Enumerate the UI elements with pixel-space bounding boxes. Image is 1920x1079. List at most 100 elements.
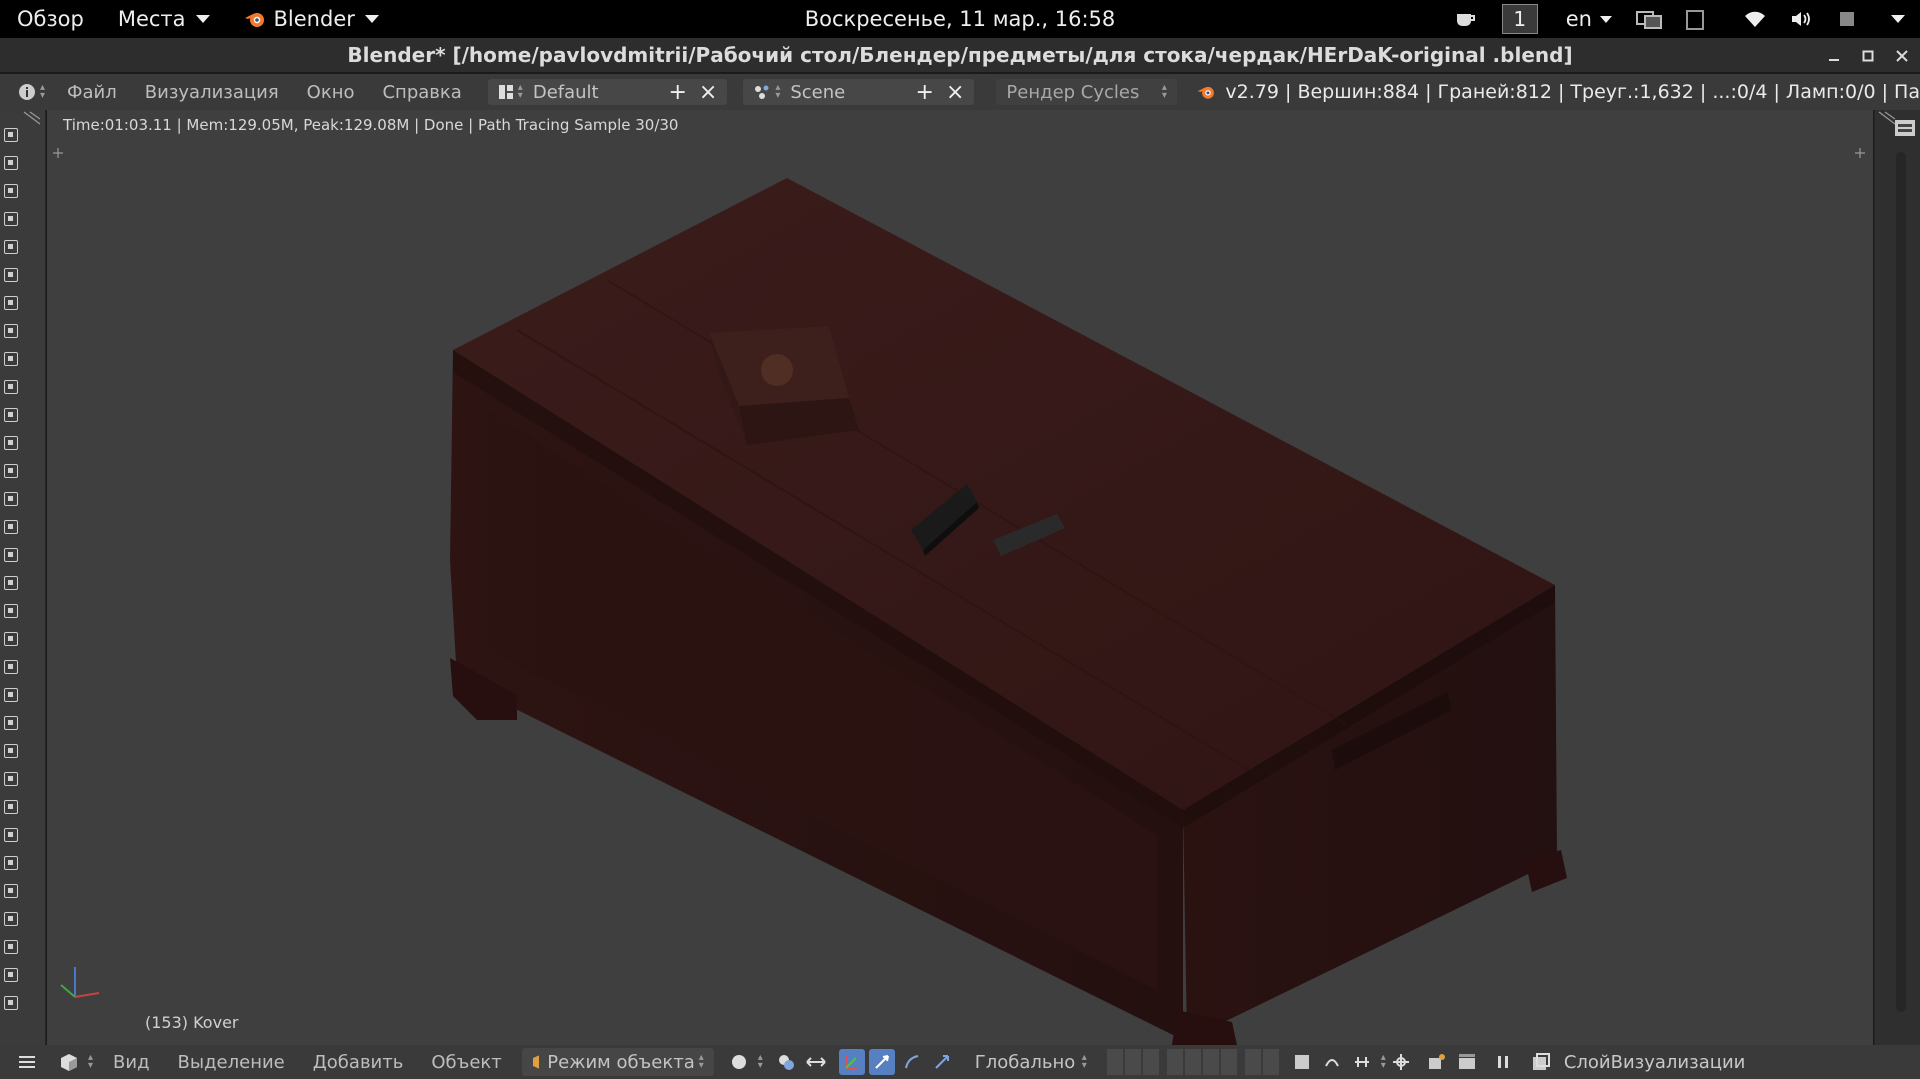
camera-layer-icon[interactable] [4,660,18,674]
camera-layer-icon[interactable] [4,436,18,450]
opengl-animation-icon[interactable] [1454,1049,1480,1075]
camera-layer-icon[interactable] [4,996,18,1010]
pivot-point-icon[interactable] [773,1049,799,1075]
region-corner-icon[interactable] [22,110,44,126]
snap-icon[interactable] [1349,1049,1375,1075]
camera-layer-icon[interactable] [4,828,18,842]
viewport-cube-icon[interactable] [56,1049,82,1075]
camera-layer-icon[interactable] [4,884,18,898]
left-toolshelf-strip[interactable] [0,110,46,1045]
camera-layer-icon[interactable] [4,408,18,422]
camera-layer-icon[interactable] [4,184,18,198]
menu-select[interactable]: Выделение [164,1052,299,1073]
close-icon[interactable] [1892,46,1912,66]
camera-layer-icon[interactable] [4,968,18,982]
power-icon[interactable] [1832,0,1862,38]
camera-layer-icon[interactable] [4,632,18,646]
close-icon[interactable]: × [946,80,964,105]
render-layer-label[interactable]: СлойВизуализации [1564,1052,1746,1073]
network-manager-icon[interactable] [1634,0,1664,38]
camera-layer-icon[interactable] [4,940,18,954]
menu-file[interactable]: Файл [53,82,131,103]
wifi-icon[interactable] [1740,0,1770,38]
camera-layer-icon[interactable] [4,492,18,506]
maximize-icon[interactable] [1858,46,1878,66]
camera-layer-icon[interactable] [4,464,18,478]
camera-layer-icon[interactable] [4,716,18,730]
clipboard-icon[interactable] [1680,0,1710,38]
camera-layer-icon[interactable] [4,772,18,786]
orientation-selector[interactable]: Глобально ▴ ▾ [964,1048,1097,1076]
render-layer-icon[interactable] [1528,1049,1554,1075]
keyboard-layout-menu[interactable]: en [1566,7,1612,31]
add-icon[interactable]: + [916,80,934,105]
menu-view[interactable]: Вид [99,1052,164,1073]
properties-toggle-icon[interactable] [1893,116,1917,140]
volume-icon[interactable] [1786,0,1816,38]
cup-icon[interactable] [1450,0,1480,38]
3d-viewport[interactable]: Time:01:03.11 | Mem:129.05M, Peak:129.08… [47,110,1873,1045]
editor-type-button[interactable] [14,1049,40,1075]
close-icon[interactable]: × [699,80,717,105]
gnome-top-bar: Обзор Места Blender Воскресенье, 11 мар.… [0,0,1920,38]
screen-layout-value: Default [532,81,599,103]
scale-manipulator-icon[interactable] [899,1049,925,1075]
blender-logo-icon [1197,86,1214,99]
translate-manipulator-icon[interactable] [838,1049,865,1075]
camera-layer-icon[interactable] [4,800,18,814]
camera-layer-icon[interactable] [4,268,18,282]
screen-layout-selector[interactable]: ▴ ▾ Default + × [487,79,728,105]
camera-layer-icon[interactable] [4,856,18,870]
camera-layer-icon[interactable] [4,212,18,226]
manipulator-toggle-icon[interactable] [803,1049,829,1075]
shading-mode-icon[interactable] [726,1049,752,1075]
info-icon [19,84,35,100]
camera-layer-icon[interactable] [4,604,18,618]
window-titlebar[interactable]: Blender* [/home/pavlovdmitrii/Рабочий ст… [0,38,1920,73]
app-menu[interactable]: Blender [227,0,396,38]
proportional-edit-icon[interactable] [1319,1049,1345,1075]
scene-icon [755,85,769,99]
camera-layer-icon[interactable] [4,296,18,310]
menu-help[interactable]: Справка [368,82,475,103]
camera-layer-icon[interactable] [4,156,18,170]
camera-layer-icon[interactable] [4,744,18,758]
add-icon[interactable]: + [668,80,686,105]
updown-icon: ▴ ▾ [1081,1052,1087,1071]
menu-render[interactable]: Визуализация [131,82,293,103]
system-menu[interactable] [1878,0,1908,38]
camera-layer-icon[interactable] [4,380,18,394]
datetime-label[interactable]: Воскресенье, 11 мар., 16:58 [805,7,1116,31]
render-engine-selector[interactable]: Рендер Cycles ▴ ▾ [996,79,1177,105]
camera-layer-icon[interactable] [4,548,18,562]
menu-window[interactable]: Окно [293,82,369,103]
snap-target-icon[interactable] [1388,1049,1414,1075]
menu-object[interactable]: Объект [417,1052,515,1073]
camera-layer-icon[interactable] [4,128,18,142]
menu-add[interactable]: Добавить [299,1052,418,1073]
camera-layer-icon[interactable] [4,688,18,702]
camera-layer-icon[interactable] [4,576,18,590]
blender-logo-icon [244,13,264,27]
mode-selector[interactable]: Режим объекта ▴ ▾ [521,1048,714,1076]
editor-type-button[interactable]: ▴ ▾ [18,83,45,101]
places-menu[interactable]: Места [101,0,227,38]
lock-camera-icon[interactable] [1289,1049,1315,1075]
camera-layer-icon[interactable] [4,324,18,338]
lang-label: en [1565,7,1592,31]
camera-layer-icon[interactable] [4,912,18,926]
scene-selector[interactable]: ▴ ▾ Scene + × [743,79,975,105]
minimize-icon[interactable] [1824,46,1844,66]
workspace-indicator[interactable]: 1 [1501,4,1538,34]
pause-render-icon[interactable] [1490,1049,1516,1075]
camera-layer-icon[interactable] [4,352,18,366]
mode-value: Режим объекта [547,1051,695,1073]
camera-layer-icon[interactable] [4,520,18,534]
layer-buttons[interactable] [1106,1049,1279,1075]
activities-button[interactable]: Обзор [0,0,101,38]
camera-layer-icon[interactable] [4,240,18,254]
scrollbar[interactable] [1896,152,1906,1012]
opengl-render-icon[interactable] [1424,1049,1450,1075]
transform-orientation-icon[interactable] [929,1049,955,1075]
rotate-manipulator-icon[interactable] [868,1049,895,1075]
